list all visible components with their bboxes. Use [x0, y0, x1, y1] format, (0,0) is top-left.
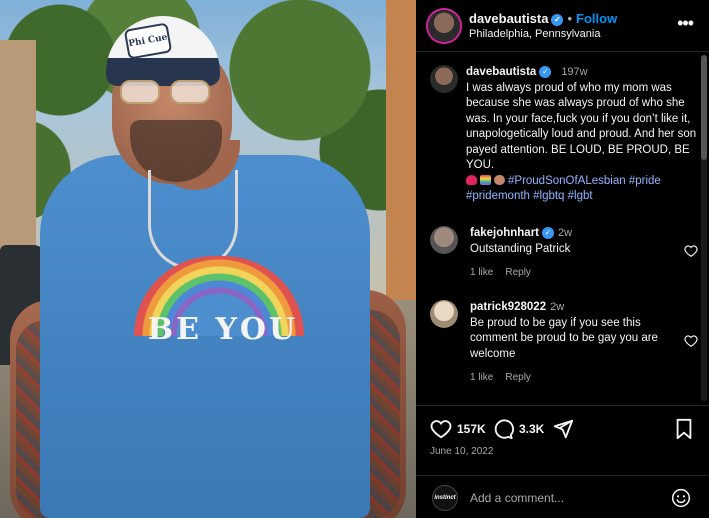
caption-avatar[interactable]	[430, 65, 458, 93]
verified-icon: ✓	[539, 65, 552, 78]
comment-body: fakejohnhart ✓ 2w Outstanding Patrick	[470, 226, 670, 257]
emoji-icon[interactable]	[671, 488, 691, 508]
comments-scrollbar[interactable]	[701, 55, 707, 401]
post-actions: 157K 3.3K June 10, 2022	[416, 405, 709, 475]
comment-text: Be proud to be gay if you see this comme…	[470, 316, 658, 360]
reply-button[interactable]: Reply	[505, 267, 531, 278]
comment-likes[interactable]: 1 like	[470, 267, 493, 278]
post-date[interactable]: June 10, 2022	[430, 446, 493, 457]
comment-input[interactable]	[470, 487, 660, 509]
author-name-row: davebautista ✓ • Follow	[469, 11, 617, 26]
sunglasses	[120, 80, 212, 104]
location-link[interactable]: Philadelphia, Pennsylvania	[469, 28, 600, 40]
heart-icon[interactable]	[430, 418, 452, 440]
heart-emoji-icon	[466, 175, 477, 186]
share-icon[interactable]	[552, 418, 574, 440]
necklace-chain	[148, 170, 238, 270]
current-user-avatar[interactable]: instinct	[432, 485, 458, 511]
reply-button[interactable]: Reply	[505, 372, 531, 383]
more-icon[interactable]: •••	[677, 13, 694, 34]
comments-count[interactable]: 3.3K	[519, 422, 544, 436]
share-action[interactable]	[552, 418, 579, 440]
save-action[interactable]	[674, 418, 699, 440]
caption-time: 197w	[561, 66, 588, 78]
heart-icon[interactable]	[684, 244, 698, 258]
add-comment-bar: instinct	[416, 475, 709, 518]
verified-icon: ✓	[542, 226, 555, 239]
comment-meta: 1 like Reply	[470, 267, 543, 278]
author-username[interactable]: davebautista	[469, 11, 548, 26]
separator-dot: •	[567, 11, 573, 26]
comment-action[interactable]: 3.3K	[492, 418, 544, 440]
shirt-text: BE YOU	[147, 312, 299, 347]
post-photo[interactable]: Phi Cue BE YOU	[0, 0, 416, 518]
verified-icon: ✓	[551, 13, 564, 26]
likes-count[interactable]: 157K	[457, 422, 486, 436]
follow-button[interactable]: Follow	[576, 11, 617, 26]
comment-icon[interactable]	[492, 418, 514, 440]
scrollbar-thumb[interactable]	[701, 55, 707, 160]
author-avatar[interactable]	[428, 10, 460, 42]
comment-time: 2w	[558, 227, 573, 239]
person: Phi Cue BE YOU	[0, 0, 416, 518]
like-action[interactable]: 157K	[430, 418, 486, 440]
heart-icon[interactable]	[684, 334, 698, 348]
comment-time: 2w	[550, 301, 565, 313]
commenter-username[interactable]: fakejohnhart	[470, 227, 539, 239]
commenter-avatar[interactable]	[430, 226, 458, 254]
caption-text: davebautista ✓ 197w I was always proud of …	[466, 65, 698, 205]
bookmark-icon[interactable]	[674, 418, 694, 440]
commenter-avatar[interactable]	[430, 300, 458, 328]
caption-body: I was always proud of who my mom was bec…	[466, 81, 697, 172]
comments-list[interactable]: davebautista ✓ 197w I was always proud of …	[416, 53, 701, 405]
commenter-username[interactable]: patrick928022	[470, 301, 546, 313]
caption-username[interactable]: davebautista	[466, 66, 536, 78]
post-side-panel: davebautista ✓ • Follow Philadelphia, Penns…	[416, 0, 709, 518]
rainbow-flag-emoji-icon	[480, 175, 491, 186]
post-header: davebautista ✓ • Follow Philadelphia, Penns…	[416, 0, 709, 52]
comment-likes[interactable]: 1 like	[470, 372, 493, 383]
comment-text: Outstanding Patrick	[470, 242, 571, 255]
flexed-arm-emoji-icon	[494, 175, 505, 186]
comment-meta: 1 like Reply	[470, 372, 543, 383]
comment-body: patrick928022 2w Be proud to be gay if yo…	[470, 300, 670, 362]
